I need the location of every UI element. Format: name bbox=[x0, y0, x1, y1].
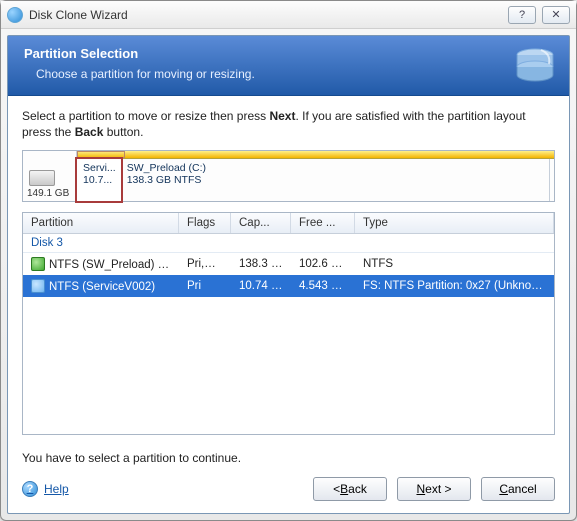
usage-bar bbox=[77, 151, 554, 159]
col-free[interactable]: Free ... bbox=[291, 213, 355, 233]
close-window-button[interactable]: ✕ bbox=[542, 6, 570, 24]
cell-free: 4.543 GB bbox=[291, 278, 355, 294]
cell-capacity: 10.74 GB bbox=[231, 278, 291, 294]
disk-size-label: 149.1 GB bbox=[27, 188, 72, 199]
instruction-text: Select a partition to move or resize the… bbox=[22, 108, 555, 140]
back-button[interactable]: < Back bbox=[313, 477, 387, 501]
help-window-button[interactable]: ? bbox=[508, 6, 536, 24]
wizard-window: Disk Clone Wizard ? ✕ Partition Selectio… bbox=[0, 0, 577, 521]
window-title: Disk Clone Wizard bbox=[29, 8, 508, 22]
help-label: Help bbox=[44, 482, 69, 496]
window-buttons: ? ✕ bbox=[508, 6, 570, 24]
table-row[interactable]: NTFS (SW_Preload) (C:)Pri,Act.138.3 GB10… bbox=[23, 253, 554, 275]
col-partition[interactable]: Partition bbox=[23, 213, 179, 233]
table-row[interactable]: NTFS (ServiceV002)Pri10.74 GB4.543 GBFS:… bbox=[23, 275, 554, 297]
cell-flags: Pri bbox=[179, 278, 231, 294]
partition-row: Servi...10.7...SW_Preload (C:)138.3 GB N… bbox=[77, 159, 554, 201]
partition-name: Servi... bbox=[83, 162, 115, 174]
disk-stack-icon bbox=[511, 44, 559, 84]
cancel-button[interactable]: Cancel bbox=[481, 477, 555, 501]
button-bar: ? Help < Back Next > Cancel bbox=[8, 469, 569, 513]
usage-seg bbox=[125, 151, 554, 158]
cell-type: FS: NTFS Partition: 0x27 (Unknown) bbox=[355, 278, 554, 294]
hard-drive-icon bbox=[29, 170, 55, 186]
partition-name: SW_Preload (C:) bbox=[127, 162, 543, 174]
next-button[interactable]: Next > bbox=[397, 477, 471, 501]
page-title: Partition Selection bbox=[24, 46, 553, 61]
header-band: Partition Selection Choose a partition f… bbox=[8, 36, 569, 96]
instruction-post: button. bbox=[103, 125, 143, 139]
instruction-back-word: Back bbox=[75, 125, 104, 139]
cancel-accel: C bbox=[499, 482, 508, 496]
next-accel: N bbox=[416, 482, 425, 496]
disk-group-row[interactable]: Disk 3 bbox=[23, 234, 554, 253]
partition-info: 138.3 GB NTFS bbox=[127, 174, 543, 186]
help-link[interactable]: ? Help bbox=[22, 481, 303, 497]
col-type[interactable]: Type bbox=[355, 213, 554, 233]
cell-capacity: 138.3 GB bbox=[231, 256, 291, 272]
col-flags[interactable]: Flags bbox=[179, 213, 231, 233]
titlebar: Disk Clone Wizard ? ✕ bbox=[1, 1, 576, 29]
back-accel: B bbox=[340, 482, 348, 496]
partition-strip: Servi...10.7...SW_Preload (C:)138.3 GB N… bbox=[77, 151, 554, 201]
disk-map: 149.1 GB Servi...10.7...SW_Preload (C:)1… bbox=[22, 150, 555, 202]
col-capacity[interactable]: Cap... bbox=[231, 213, 291, 233]
partition-table: Partition Flags Cap... Free ... Type Dis… bbox=[22, 212, 555, 435]
cell-partition: NTFS (ServiceV002) bbox=[23, 277, 179, 295]
instruction-next-word: Next bbox=[269, 109, 295, 123]
page-subtitle: Choose a partition for moving or resizin… bbox=[36, 67, 553, 81]
table-header: Partition Flags Cap... Free ... Type bbox=[23, 213, 554, 234]
footer-message: You have to select a partition to contin… bbox=[8, 441, 569, 469]
table-body: NTFS (SW_Preload) (C:)Pri,Act.138.3 GB10… bbox=[23, 253, 554, 297]
cell-type: NTFS bbox=[355, 256, 554, 272]
cell-free: 102.6 GB bbox=[291, 256, 355, 272]
volume-icon bbox=[31, 279, 45, 293]
volume-icon bbox=[31, 257, 45, 271]
content-area: Select a partition to move or resize the… bbox=[8, 96, 569, 441]
help-icon: ? bbox=[22, 481, 38, 497]
partition-cell[interactable]: Servi...10.7... bbox=[75, 157, 123, 203]
cell-flags: Pri,Act. bbox=[179, 256, 231, 272]
instruction-pre: Select a partition to move or resize the… bbox=[22, 109, 269, 123]
partition-cell[interactable]: SW_Preload (C:)138.3 GB NTFS bbox=[121, 159, 550, 201]
client-area: Partition Selection Choose a partition f… bbox=[7, 35, 570, 514]
app-icon bbox=[7, 7, 23, 23]
disk-block[interactable]: 149.1 GB bbox=[23, 151, 77, 201]
cell-partition: NTFS (SW_Preload) (C:) bbox=[23, 255, 179, 273]
partition-info: 10.7... bbox=[83, 174, 115, 186]
